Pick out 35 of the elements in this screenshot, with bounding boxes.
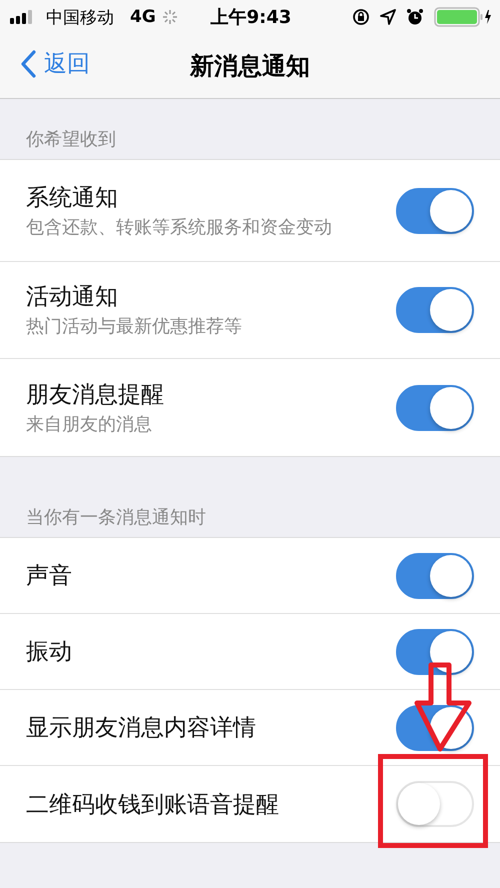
settings-row[interactable]: 振动	[0, 614, 500, 690]
toggle-switch[interactable]	[396, 188, 474, 234]
setting-title: 声音	[26, 562, 73, 591]
settings-row[interactable]: 系统通知 包含还款、转账等系统服务和资金变动	[0, 160, 500, 262]
settings-row[interactable]: 声音	[0, 538, 500, 614]
setting-title: 系统通知	[26, 184, 119, 213]
page-title: 新消息通知	[190, 51, 310, 82]
network-type: 4G	[130, 7, 156, 27]
setting-title: 活动通知	[26, 283, 119, 312]
rotation-lock-icon	[352, 8, 370, 26]
setting-title: 显示朋友消息内容详情	[26, 714, 257, 743]
toggle-switch[interactable]	[396, 628, 474, 674]
chevron-left-icon	[20, 50, 36, 78]
battery-icon	[434, 7, 492, 27]
carrier-name: 中国移动	[46, 6, 114, 28]
back-button[interactable]: 返回	[20, 48, 90, 79]
setting-title: 朋友消息提醒	[26, 380, 165, 410]
loading-icon	[162, 9, 178, 25]
settings-row[interactable]: 显示朋友消息内容详情	[0, 690, 500, 766]
setting-description: 包含还款、转账等系统服务和资金变动	[26, 216, 333, 240]
location-icon	[380, 9, 396, 25]
toggle-switch[interactable]	[396, 287, 474, 333]
setting-description: 热门活动与最新优惠推荐等	[26, 315, 243, 339]
toggle-switch[interactable]	[396, 384, 474, 430]
settings-row[interactable]: 朋友消息提醒 来自朋友的消息	[0, 359, 500, 456]
settings-row[interactable]: 二维码收钱到账语音提醒	[0, 766, 500, 842]
clock-time: 上午9:43	[210, 6, 292, 29]
alarm-icon	[406, 8, 424, 26]
toggle-switch[interactable]	[396, 552, 474, 598]
setting-title: 二维码收钱到账语音提醒	[26, 790, 280, 820]
settings-row[interactable]: 活动通知 热门活动与最新优惠推荐等	[0, 262, 500, 359]
section-header: 你希望收到	[26, 128, 116, 151]
setting-title: 振动	[26, 638, 73, 667]
setting-description: 来自朋友的消息	[26, 412, 153, 436]
section-header: 当你有一条消息通知时	[26, 506, 206, 529]
